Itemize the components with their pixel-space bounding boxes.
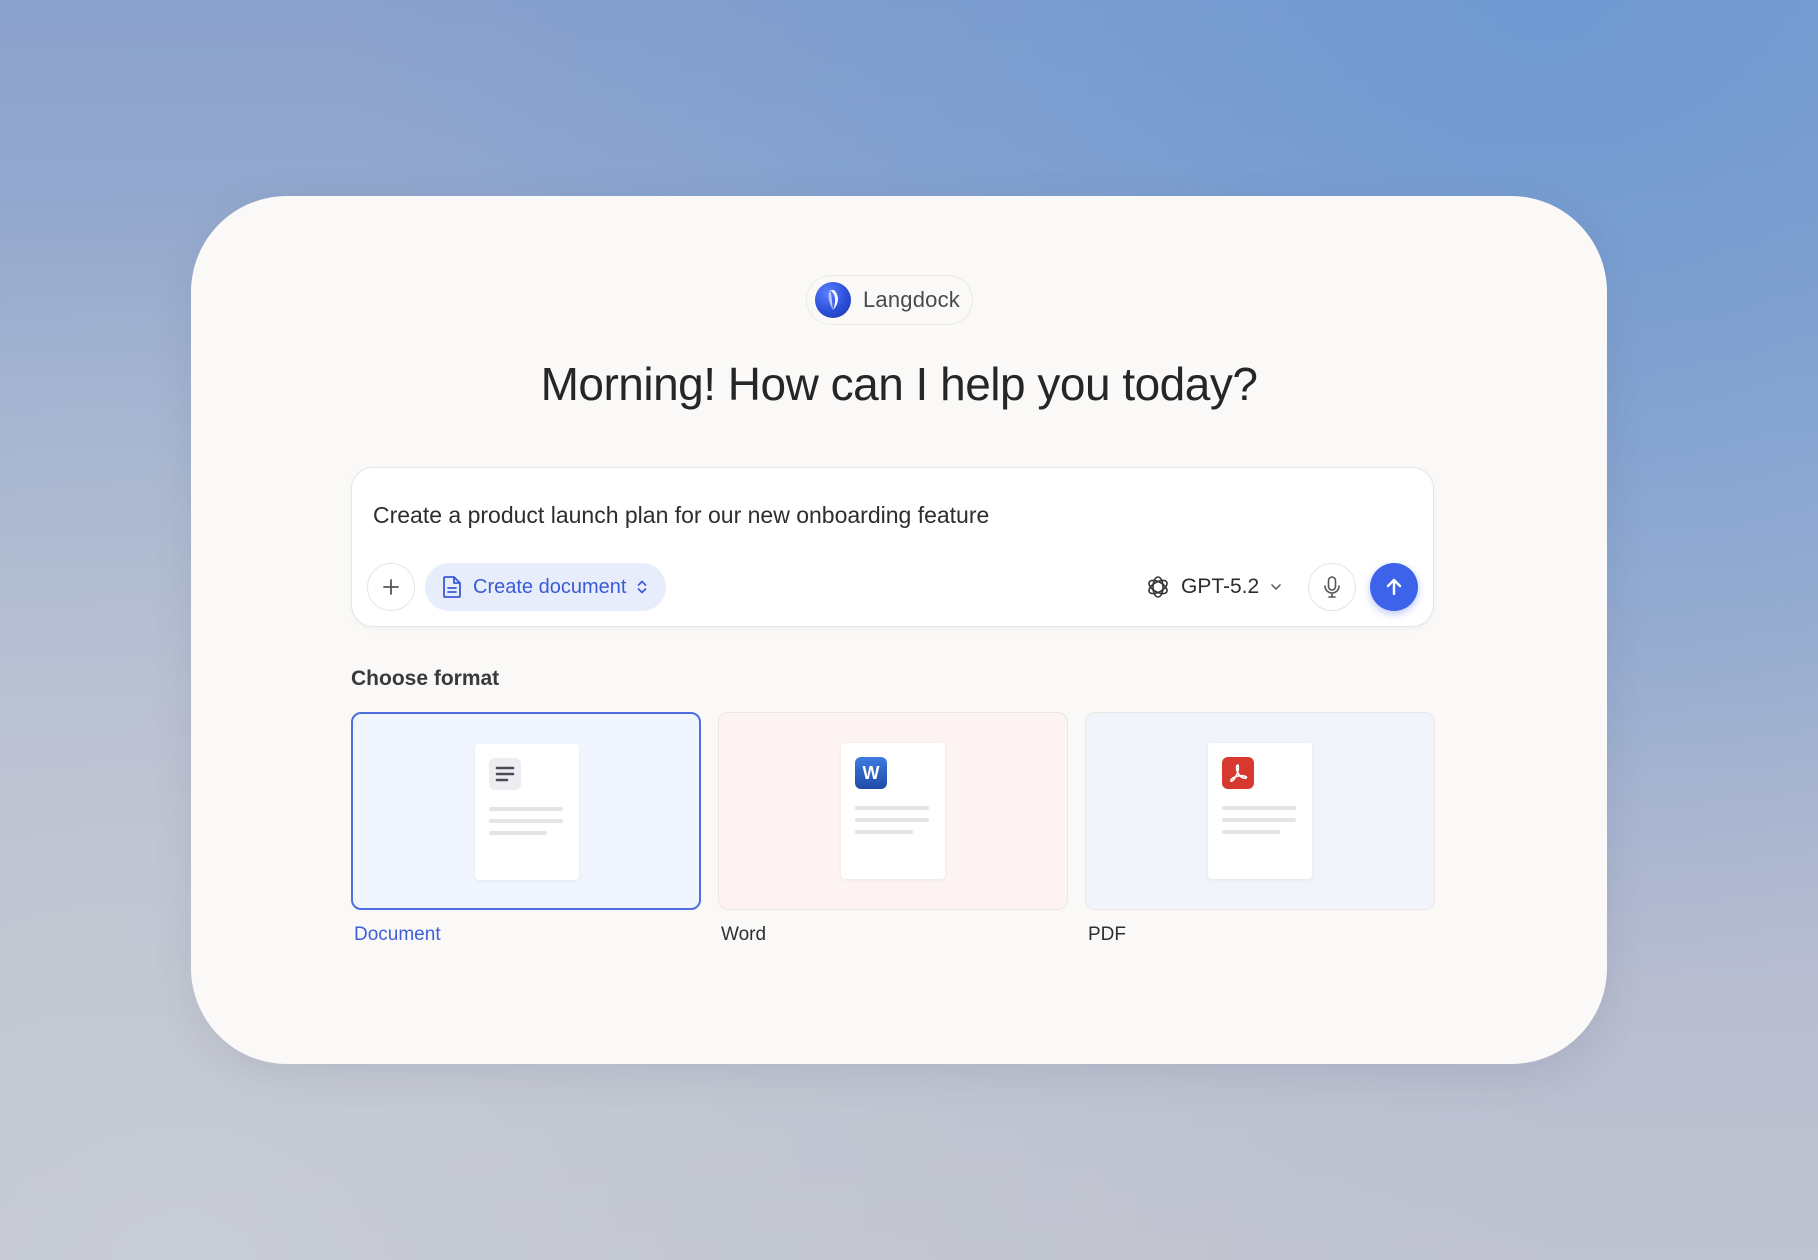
voice-input-button[interactable] [1308,563,1356,611]
add-attachment-button[interactable] [367,563,415,611]
arrow-up-icon [1386,578,1402,596]
format-option-document[interactable]: Document [351,712,701,946]
document-preview [1208,743,1312,879]
create-document-mode-button[interactable]: Create document [425,563,667,611]
format-tile[interactable] [1085,712,1435,910]
chevron-up-down-icon [638,580,647,594]
choose-format-heading: Choose format [351,667,500,690]
microphone-icon [1324,576,1340,598]
brand-pill[interactable]: Langdock [806,275,974,325]
plus-icon [383,579,399,595]
format-tile[interactable]: W [718,712,1068,910]
document-preview: W [841,743,945,879]
document-preview [475,744,579,880]
format-label: PDF [1088,924,1126,945]
prompt-input[interactable]: Create a product launch plan for our new… [373,502,989,529]
document-icon [443,576,461,598]
format-label: Word [721,924,767,945]
send-button[interactable] [1370,563,1418,611]
chat-composer[interactable]: Create a product launch plan for our new… [351,467,1434,627]
format-option-pdf[interactable]: PDF [1085,712,1435,946]
format-label: Document [354,924,441,945]
langdock-logo-icon [815,282,851,318]
pdf-icon [1222,757,1254,789]
word-icon: W [855,757,887,789]
greeting-heading: Morning! How can I help you today? [540,358,1258,410]
chevron-down-icon [1271,584,1282,590]
brand-name: Langdock [863,287,961,312]
model-selector[interactable]: GPT-5.2 [1145,563,1283,611]
format-option-word[interactable]: W Word [718,712,1068,946]
format-tile[interactable] [351,712,701,910]
chat-card: Langdock Morning! How can I help you tod… [191,196,1607,1064]
model-label: GPT-5.2 [1181,575,1260,598]
openai-icon [1148,576,1168,598]
create-document-label: Create document [473,575,627,598]
lines-icon [489,758,521,790]
